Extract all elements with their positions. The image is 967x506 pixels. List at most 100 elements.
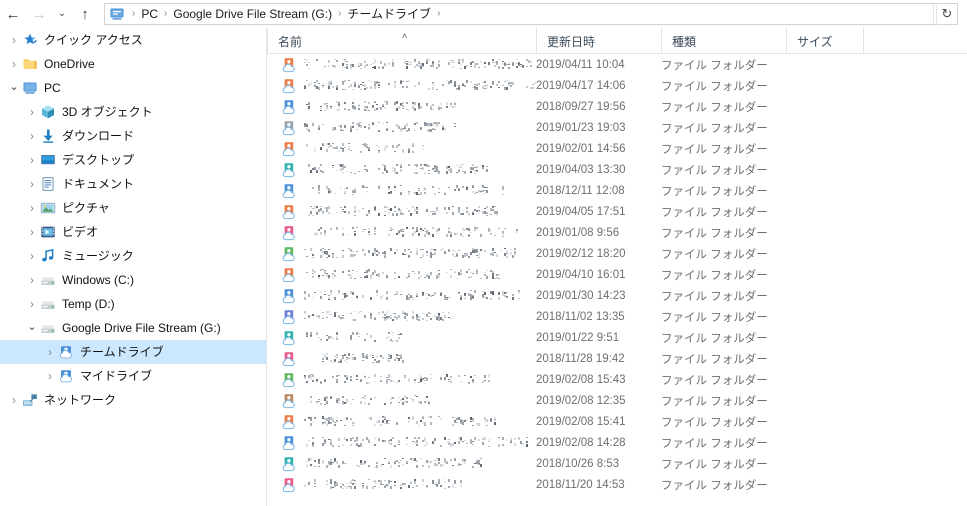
file-list-pane[interactable]: ˄ 名前 更新日時 種類 サイズ 2019/04/11 10:04 ファイル フォルダー… xyxy=(266,28,967,506)
table-row[interactable]: 2018/09/27 19:56 ファイル フォルダー xyxy=(267,96,967,117)
cell-name[interactable] xyxy=(281,306,452,327)
sidebar-item-label: チームドライブ xyxy=(80,345,164,359)
cell-name[interactable] xyxy=(281,201,500,222)
cell-name[interactable] xyxy=(281,159,492,180)
up-button[interactable]: ↑ xyxy=(72,1,98,27)
sidebar-item-13[interactable]: › チームドライブ xyxy=(0,340,266,364)
sidebar-item-11[interactable]: › Temp (D:) xyxy=(0,292,266,316)
table-row[interactable]: 2019/02/08 15:43 ファイル フォルダー xyxy=(267,369,967,390)
pc-icon xyxy=(109,6,125,22)
table-row[interactable]: 2018/11/02 13:35 ファイル フォルダー xyxy=(267,306,967,327)
cell-name[interactable] xyxy=(281,138,426,159)
chevron-right-icon[interactable]: › xyxy=(6,32,22,48)
my-drive-icon xyxy=(58,368,74,384)
table-row[interactable]: 2018/10/26 8:53 ファイル フォルダー xyxy=(267,453,967,474)
chevron-right-icon[interactable]: › xyxy=(24,176,40,192)
chevron-right-icon[interactable]: › xyxy=(24,272,40,288)
sidebar-item-2[interactable]: ⌄ PC xyxy=(0,76,266,100)
table-row[interactable]: 2019/02/08 15:41 ファイル フォルダー xyxy=(267,411,967,432)
cell-name[interactable] xyxy=(281,348,410,369)
cell-name[interactable] xyxy=(281,453,482,474)
address-bar[interactable]: › PC › Google Drive File Stream (G:) › チ… xyxy=(104,3,956,25)
chevron-right-icon[interactable]: › xyxy=(24,224,40,240)
table-row[interactable]: 2019/02/01 14:56 ファイル フォルダー xyxy=(267,138,967,159)
cell-name[interactable] xyxy=(281,117,460,138)
sidebar-item-9[interactable]: › ミュージック xyxy=(0,244,266,268)
cell-name[interactable] xyxy=(281,54,532,75)
table-row[interactable]: 2019/01/30 14:23 ファイル フォルダー xyxy=(267,285,967,306)
cell-name[interactable] xyxy=(281,222,518,243)
sidebar-item-5[interactable]: › デスクトップ xyxy=(0,148,266,172)
chevron-right-icon[interactable]: › xyxy=(6,56,22,72)
cell-name[interactable] xyxy=(281,390,430,411)
navigation-pane[interactable]: › クイック アクセス › OneDrive ⌄ PC › 3D オブジェクト › ダウンロード ›… xyxy=(0,28,266,506)
cell-name[interactable] xyxy=(281,432,528,453)
sidebar-item-4[interactable]: › ダウンロード xyxy=(0,124,266,148)
column-header-date[interactable]: 更新日時 xyxy=(536,28,661,54)
sidebar-item-3[interactable]: › 3D オブジェクト xyxy=(0,100,266,124)
table-row[interactable]: 2019/02/12 18:20 ファイル フォルダー xyxy=(267,243,967,264)
column-header-size[interactable]: サイズ xyxy=(786,28,863,54)
table-row[interactable]: 2019/02/08 14:28 ファイル フォルダー xyxy=(267,432,967,453)
chevron-down-icon[interactable]: ⌄ xyxy=(6,80,22,96)
table-row[interactable]: 2019/01/23 19:03 ファイル フォルダー xyxy=(267,117,967,138)
videos-icon xyxy=(40,224,56,240)
breadcrumb-item-pc[interactable]: PC xyxy=(140,4,159,24)
cell-name[interactable] xyxy=(281,285,526,306)
column-header-name[interactable]: 名前 xyxy=(267,28,536,54)
chevron-right-icon[interactable]: › xyxy=(24,104,40,120)
sidebar-item-10[interactable]: › Windows (C:) xyxy=(0,268,266,292)
table-row[interactable]: 2019/01/08 9:56 ファイル フォルダー xyxy=(267,222,967,243)
column-header-type[interactable]: 種類 xyxy=(661,28,786,54)
refresh-button[interactable]: ↻ xyxy=(936,3,958,25)
table-row[interactable]: 2018/11/28 19:42 ファイル フォルダー xyxy=(267,348,967,369)
sidebar-item-14[interactable]: › マイドライブ xyxy=(0,364,266,388)
chevron-right-icon[interactable]: › xyxy=(42,344,58,360)
table-row[interactable]: 2019/01/22 9:51 ファイル フォルダー xyxy=(267,327,967,348)
table-row[interactable]: 2019/04/05 17:51 ファイル フォルダー xyxy=(267,201,967,222)
sidebar-item-8[interactable]: › ビデオ xyxy=(0,220,266,244)
shared-drive-icon xyxy=(281,309,297,325)
chevron-right-icon[interactable]: › xyxy=(24,152,40,168)
cell-name[interactable] xyxy=(281,411,496,432)
cell-name[interactable] xyxy=(281,243,516,264)
sidebar-item-12[interactable]: ⌄ Google Drive File Stream (G:) xyxy=(0,316,266,340)
cell-name[interactable] xyxy=(281,180,510,201)
cell-name[interactable] xyxy=(281,75,536,96)
cell-name[interactable] xyxy=(281,96,456,117)
chevron-down-icon[interactable]: ⌄ xyxy=(24,320,40,336)
breadcrumb-item-google-drive[interactable]: Google Drive File Stream (G:) xyxy=(172,4,333,24)
file-list[interactable]: 2019/04/11 10:04 ファイル フォルダー 2019/04/17 14:… xyxy=(267,54,967,506)
cell-name[interactable] xyxy=(281,327,402,348)
breadcrumb[interactable]: › PC › Google Drive File Stream (G:) › チ… xyxy=(105,4,933,24)
breadcrumb-item-team-drive[interactable]: チームドライブ xyxy=(346,4,432,24)
cell-date-modified: 2019/02/01 14:56 xyxy=(536,142,626,155)
cell-name[interactable] xyxy=(281,474,462,495)
cell-name[interactable] xyxy=(281,369,490,390)
chevron-right-icon[interactable]: › xyxy=(42,368,58,384)
table-row[interactable]: 2019/04/17 14:06 ファイル フォルダー xyxy=(267,75,967,96)
chevron-right-icon[interactable]: › xyxy=(24,128,40,144)
sidebar-item-7[interactable]: › ピクチャ xyxy=(0,196,266,220)
redacted-file-name xyxy=(304,143,426,154)
chevron-right-icon[interactable]: › xyxy=(24,296,40,312)
cell-type: ファイル フォルダー xyxy=(661,164,768,177)
table-row[interactable]: 2018/11/20 14:53 ファイル フォルダー xyxy=(267,474,967,495)
sidebar-item-1[interactable]: › OneDrive xyxy=(0,52,266,76)
sidebar-item-0[interactable]: › クイック アクセス xyxy=(0,28,266,52)
sidebar-item-15[interactable]: › ネットワーク xyxy=(0,388,266,412)
column-header-row[interactable]: ˄ 名前 更新日時 種類 サイズ xyxy=(267,28,967,54)
table-row[interactable]: 2019/04/11 10:04 ファイル フォルダー xyxy=(267,54,967,75)
cell-name[interactable] xyxy=(281,264,502,285)
chevron-right-icon[interactable]: › xyxy=(24,248,40,264)
table-row[interactable]: 2019/04/03 13:30 ファイル フォルダー xyxy=(267,159,967,180)
table-row[interactable]: 2019/04/10 16:01 ファイル フォルダー xyxy=(267,264,967,285)
sidebar-item-6[interactable]: › ドキュメント xyxy=(0,172,266,196)
chevron-right-icon[interactable]: › xyxy=(6,392,22,408)
table-row[interactable]: 2019/02/08 12:35 ファイル フォルダー xyxy=(267,390,967,411)
back-button[interactable]: ← xyxy=(0,1,26,27)
forward-button[interactable]: → xyxy=(26,1,52,27)
table-row[interactable]: 2018/12/11 12:08 ファイル フォルダー xyxy=(267,180,967,201)
recent-locations-button[interactable]: ⌄ xyxy=(52,1,72,27)
chevron-right-icon[interactable]: › xyxy=(24,200,40,216)
